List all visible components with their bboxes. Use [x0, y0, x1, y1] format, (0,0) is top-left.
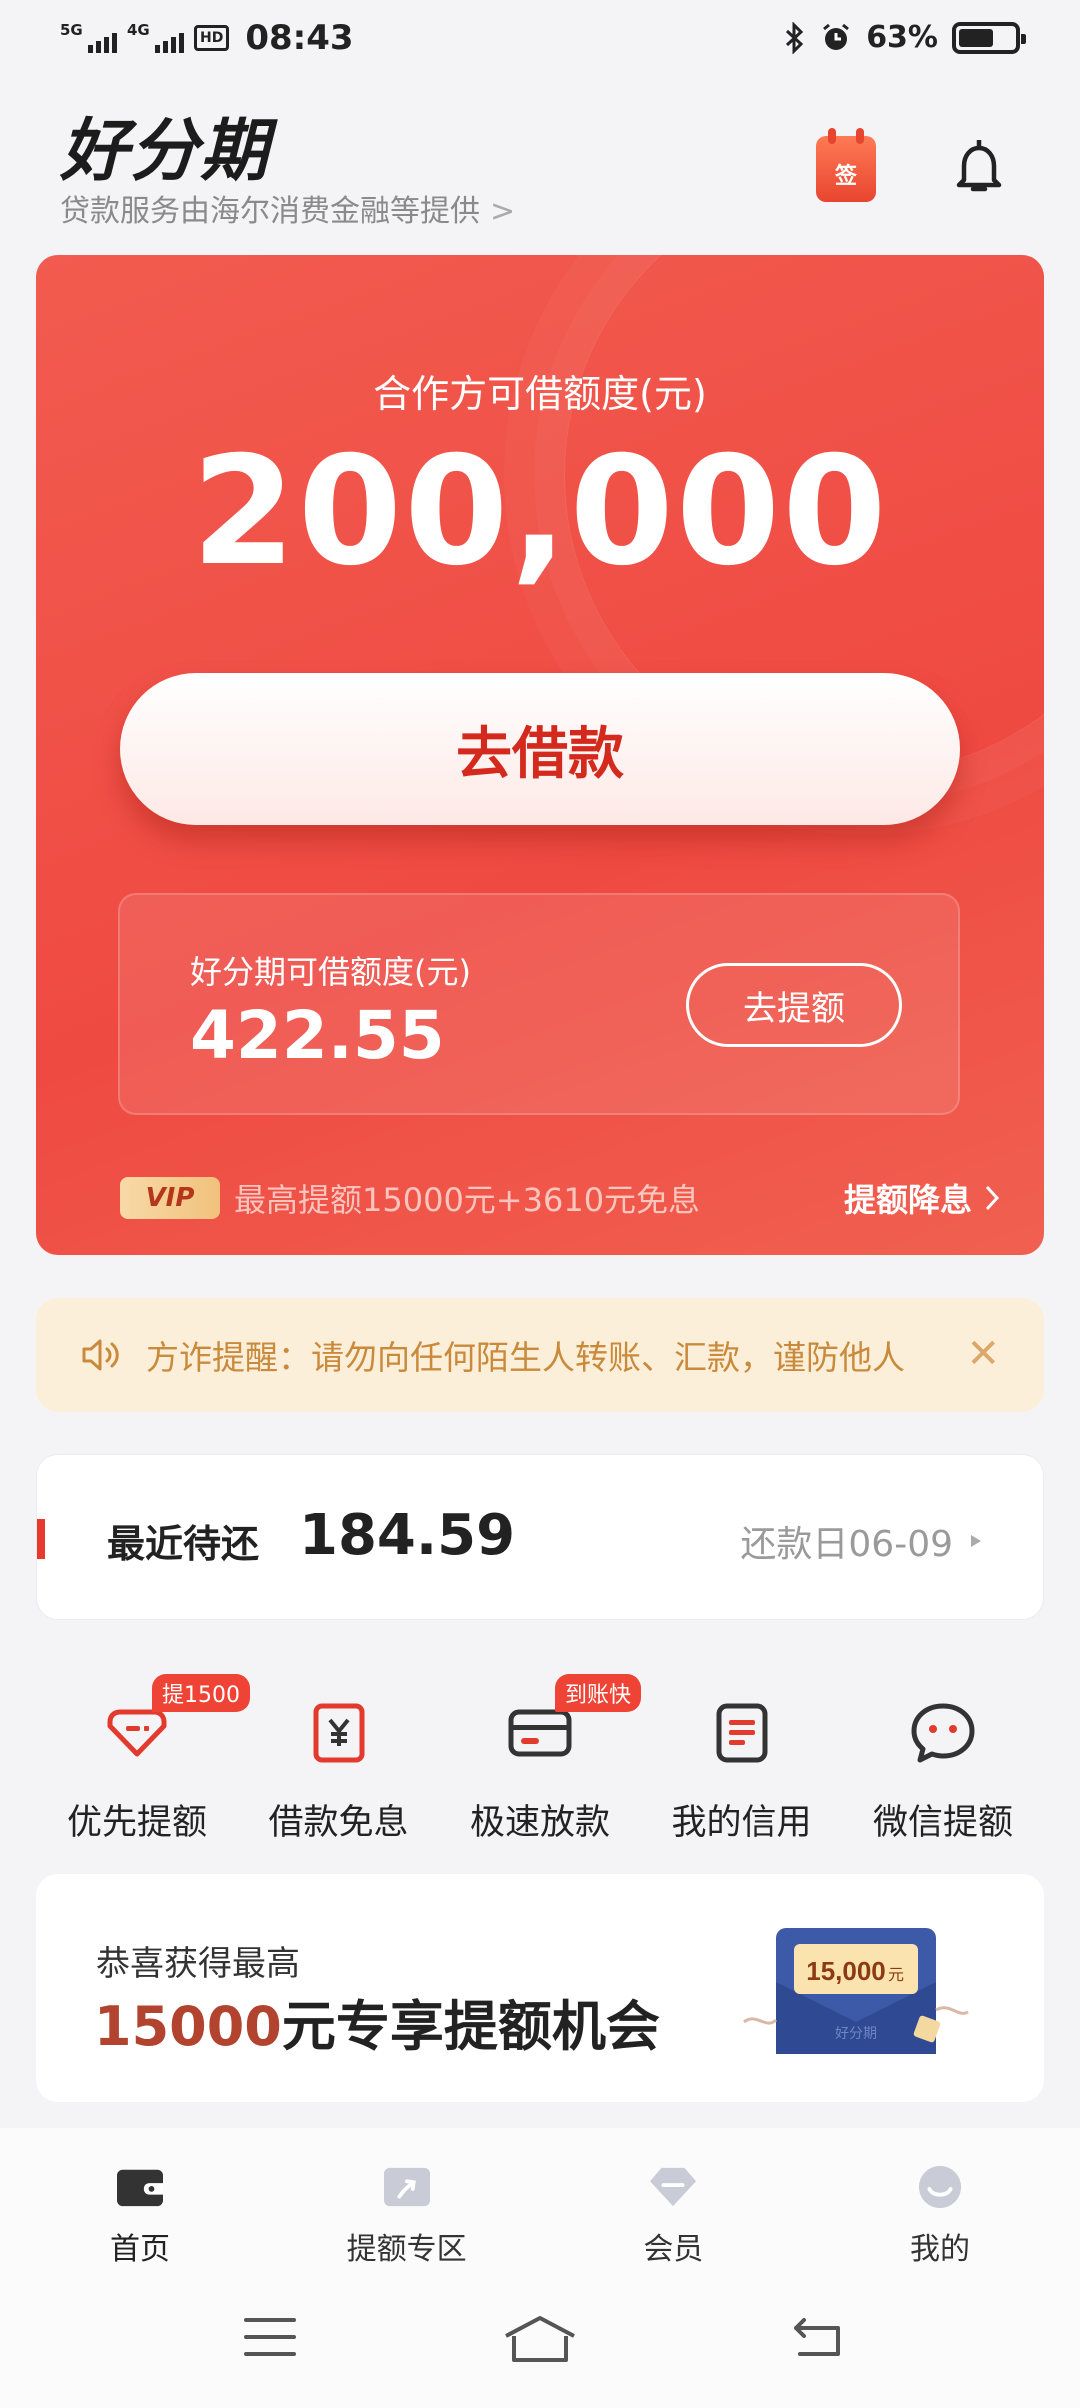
battery-percent: 63% [866, 20, 938, 55]
quick-actions: 优先提额 提1500 借款免息 极速放款 到账快 我的信用 微信提额 [36, 1668, 1044, 1848]
notice-text: 方诈提醒：请勿向任何陌生人转账、汇款，谨防他人 [146, 1338, 905, 1377]
partner-limit-amount: 200,000 [191, 425, 889, 599]
borrow-button[interactable]: 去借款 [120, 673, 960, 825]
system-navigation-bar [0, 2268, 1080, 2408]
network-type-label: 5G [60, 21, 83, 39]
nav-home[interactable]: 首页 [70, 2128, 210, 2268]
battery-fill [959, 28, 994, 47]
promo-line1: 恭喜获得最高 [96, 1944, 300, 1984]
raise-limit-button[interactable]: 去提额 [686, 963, 902, 1047]
status-right: 63% [784, 20, 1026, 55]
own-limit-label: 好分期可借额度(元) [190, 953, 471, 991]
status-bar: 5G 4G HD 08:43 63% [0, 0, 1080, 80]
back-icon[interactable] [790, 2314, 846, 2360]
provider-text: 贷款服务由海尔消费金融等提供 [60, 194, 480, 229]
own-limit-amount: 422.55 [190, 997, 445, 1074]
action-fast-loan[interactable]: 极速放款 到账快 [445, 1668, 642, 1848]
action-my-credit[interactable]: 我的信用 [647, 1668, 837, 1848]
battery-icon [952, 21, 1026, 54]
home-icon[interactable] [502, 2314, 578, 2364]
envelope-icon: 15,000 元 好分期 [743, 1928, 969, 2054]
chat-icon [911, 1703, 975, 1763]
document-icon [716, 1703, 767, 1763]
promo-line2: 15000元专享提额机会 [94, 1982, 660, 2061]
repayment-date-text: 还款日06-09 [740, 1524, 953, 1565]
status-left: 5G 4G HD 08:43 [60, 18, 354, 58]
chevron-right-icon: > [490, 194, 516, 229]
status-time: 08:43 [245, 18, 354, 58]
chevron-right-icon [985, 1185, 1000, 1211]
action-label: 我的信用 [671, 1803, 812, 1843]
provider-link[interactable]: 贷款服务由海尔消费金融等提供 > [60, 186, 515, 230]
raise-reduce-interest-link[interactable]: 提额降息 [844, 1175, 1000, 1221]
close-icon[interactable]: ✕ [966, 1334, 1000, 1374]
vip-link-label: 提额降息 [843, 1181, 972, 1219]
fraud-notice-banner[interactable]: 方诈提醒：请勿向任何陌生人转账、汇款，谨防他人 ✕ [36, 1298, 1044, 1412]
action-label: 微信提额 [872, 1803, 1013, 1843]
vip-promo-text: 最高提额15000元+3610元免息 [234, 1181, 701, 1219]
calendar-icon-text: 签 [834, 164, 857, 189]
repayment-amount: 184.59 [299, 1503, 516, 1568]
partner-limit-label: 合作方可借额度(元) [373, 372, 707, 416]
nav-mine[interactable]: 我的 [870, 2128, 1010, 2268]
bluetooth-icon [786, 21, 804, 54]
app-logo: 好分期 [60, 112, 271, 191]
bell-icon[interactable] [944, 132, 1014, 202]
promo-banner[interactable]: 恭喜获得最高 15000元专享提额机会 15,000 元 好分期 [36, 1874, 1044, 2102]
hd-icon: HD [194, 25, 230, 51]
menu-icon[interactable] [242, 2314, 298, 2360]
recent-repayment-card[interactable]: 最近待还 184.59 还款日06-09 [36, 1454, 1044, 1620]
nav-raise-zone[interactable]: 提额专区 [337, 2128, 477, 2268]
action-wechat-raise[interactable]: 微信提额 [848, 1668, 1038, 1848]
nav-label: 首页 [110, 2232, 170, 2267]
action-label: 借款免息 [268, 1803, 409, 1843]
envelope-unit: 元 [888, 1967, 904, 1984]
action-label: 优先提额 [66, 1803, 207, 1843]
speaker-icon [82, 1339, 119, 1371]
signal-4g-icon: 4G [127, 21, 184, 53]
diamond-icon [650, 2167, 697, 2207]
network-type-label: 4G [127, 21, 150, 39]
nav-label: 我的 [909, 2232, 970, 2267]
repayment-date: 还款日06-09 [740, 1515, 983, 1567]
action-label: 极速放款 [469, 1803, 610, 1843]
envelope-amount: 15,000 [806, 1956, 886, 1986]
alarm-icon [823, 23, 850, 50]
wallet-icon [117, 2169, 163, 2207]
promo-amount: 15000 [94, 1995, 282, 2058]
action-tag: 提1500 [152, 1674, 250, 1712]
nav-label: 提额专区 [346, 2232, 467, 2267]
profile-icon [918, 2165, 962, 2209]
own-limit-box: 好分期可借额度(元) 422.55 去提额 [118, 893, 960, 1115]
repayment-label: 最近待还 [107, 1522, 260, 1566]
action-priority-raise[interactable]: 优先提额 提1500 [42, 1668, 250, 1848]
yen-icon [313, 1703, 364, 1763]
nav-label: 会员 [643, 2232, 704, 2267]
boost-icon [383, 2167, 430, 2207]
signal-5g-icon: 5G [60, 21, 117, 53]
credit-card-panel: 合作方可借额度(元) 200,000 去借款 好分期可借额度(元) 422.55… [36, 255, 1044, 1255]
vip-row: VIP 最高提额15000元+3610元免息 提额降息 [120, 1173, 1000, 1223]
promo-line2-rest: 元专享提额机会 [281, 1995, 660, 2058]
sign-in-calendar-button[interactable]: 签 [816, 128, 876, 202]
action-tag: 到账快 [555, 1674, 642, 1712]
action-interest-free[interactable]: 借款免息 [244, 1668, 434, 1848]
play-arrow-icon [971, 1535, 981, 1547]
nav-member[interactable]: 会员 [603, 2128, 743, 2268]
accent-bar [37, 1519, 45, 1559]
vip-badge: VIP [120, 1177, 220, 1219]
bottom-navigation: 首页 提额专区 会员 我的 [0, 2128, 1080, 2268]
envelope-brand: 好分期 [835, 2025, 877, 2041]
